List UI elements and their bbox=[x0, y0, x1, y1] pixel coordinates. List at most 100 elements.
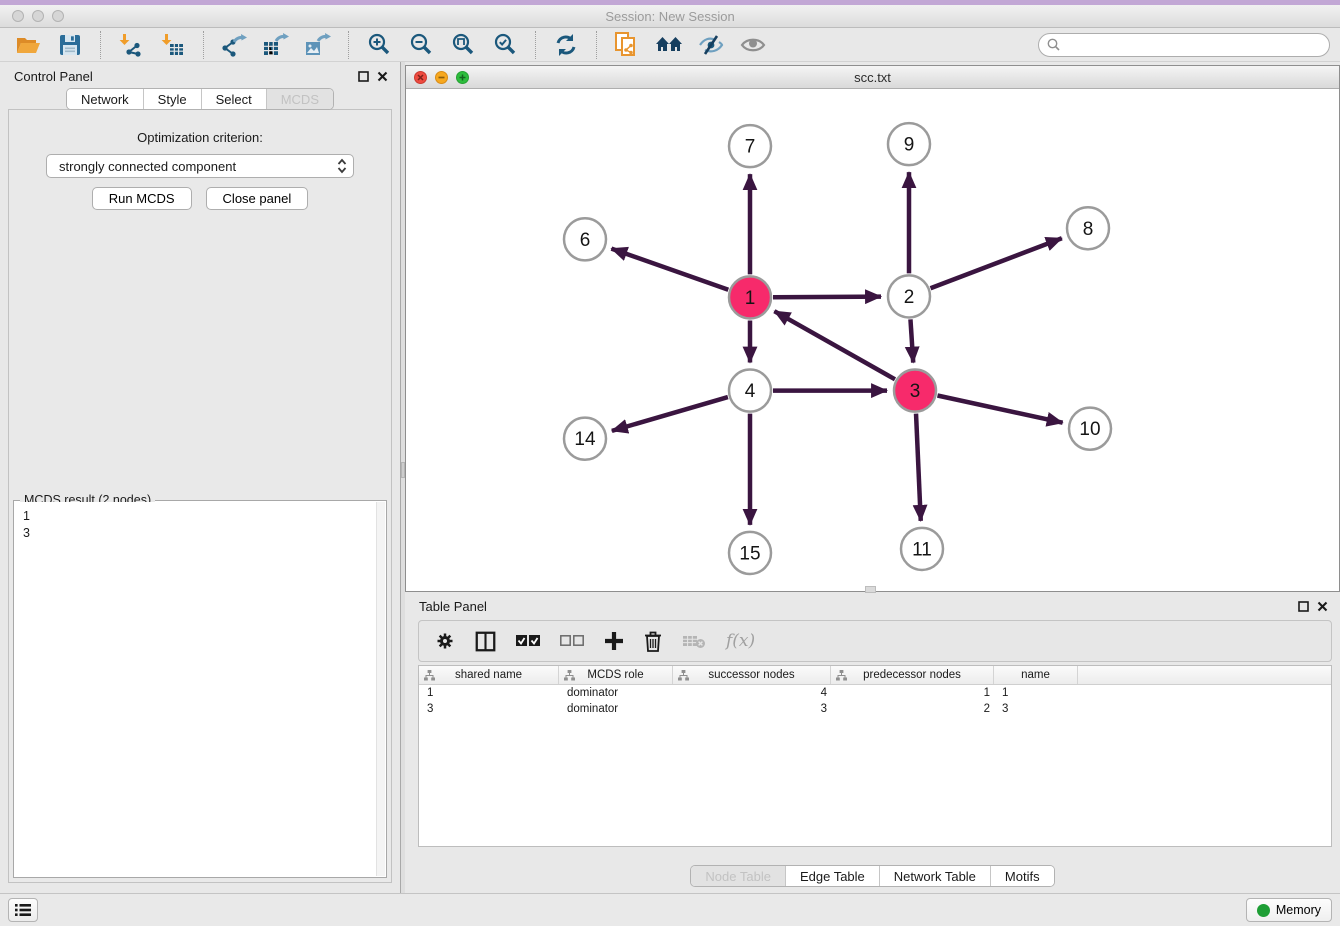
column-header-label: predecessor nodes bbox=[863, 669, 961, 681]
graph-node-7[interactable]: 7 bbox=[729, 125, 771, 167]
memory-button[interactable]: Memory bbox=[1246, 898, 1332, 922]
optimization-criterion-label: Optimization criterion: bbox=[9, 130, 391, 145]
table-panel-header: Table Panel bbox=[405, 592, 1340, 618]
table-tab-node-table[interactable]: Node Table bbox=[691, 866, 786, 886]
table-row[interactable]: 1dominator411 bbox=[419, 685, 1331, 701]
graph-node-14[interactable]: 14 bbox=[564, 418, 606, 460]
two-houses-button[interactable] bbox=[651, 30, 687, 60]
column-header-shared-name[interactable]: shared name bbox=[419, 666, 559, 684]
network-window-title: scc.txt bbox=[406, 70, 1339, 85]
graph-node-6[interactable]: 6 bbox=[564, 218, 606, 260]
graph-edge-3-1[interactable] bbox=[774, 311, 895, 379]
graph-node-3[interactable]: 3 bbox=[894, 370, 936, 412]
graph-node-2[interactable]: 2 bbox=[888, 275, 930, 317]
graph-edge-2-8[interactable] bbox=[931, 238, 1062, 288]
graph-node-label: 11 bbox=[912, 539, 932, 560]
clone-network-button[interactable] bbox=[609, 30, 645, 60]
graph-node-11[interactable]: 11 bbox=[901, 528, 943, 570]
table-cell: 1 bbox=[994, 685, 1078, 701]
network-window-titlebar[interactable]: scc.txt bbox=[406, 66, 1339, 89]
table-tab-edge-table[interactable]: Edge Table bbox=[786, 866, 880, 886]
column-layout-button[interactable] bbox=[475, 624, 496, 658]
table-settings-button[interactable] bbox=[435, 624, 455, 658]
function-builder-button[interactable]: f(x) bbox=[726, 624, 755, 658]
table-cell: 2 bbox=[831, 701, 994, 717]
network-minimize-button[interactable] bbox=[435, 71, 448, 84]
import-table-button[interactable] bbox=[155, 30, 191, 60]
float-panel-icon[interactable] bbox=[358, 71, 369, 82]
refresh-button[interactable] bbox=[548, 30, 584, 60]
column-header-successor-nodes[interactable]: successor nodes bbox=[673, 666, 831, 684]
graph-edge-1-2[interactable] bbox=[773, 297, 881, 298]
zoom-out-button[interactable] bbox=[403, 30, 439, 60]
tab-style[interactable]: Style bbox=[144, 89, 202, 109]
export-image-button[interactable] bbox=[300, 30, 336, 60]
open-session-button[interactable] bbox=[10, 30, 46, 60]
graph-node-4[interactable]: 4 bbox=[729, 370, 771, 412]
control-panel-tabs: NetworkStyleSelectMCDS bbox=[0, 88, 400, 110]
add-column-button[interactable] bbox=[604, 624, 624, 658]
save-floppy-icon bbox=[59, 34, 81, 56]
close-panel-icon[interactable] bbox=[1317, 601, 1328, 612]
result-line: 3 bbox=[23, 525, 368, 542]
save-session-button[interactable] bbox=[52, 30, 88, 60]
node-table[interactable]: shared name MCDS role successor nodes prede… bbox=[418, 665, 1332, 847]
zoom-fit-button[interactable] bbox=[445, 30, 481, 60]
network-graph[interactable]: 1 2 3 4 6 7 8 9 10 11 14 15 bbox=[406, 89, 1339, 591]
search-input[interactable] bbox=[1065, 38, 1321, 52]
graph-edge-1-6[interactable] bbox=[611, 249, 728, 290]
close-panel-icon[interactable] bbox=[377, 71, 388, 82]
graph-node-9[interactable]: 9 bbox=[888, 123, 930, 165]
application-window: Session: New Session bbox=[0, 0, 1340, 926]
graph-node-1[interactable]: 1 bbox=[729, 276, 771, 318]
zoom-in-button[interactable] bbox=[361, 30, 397, 60]
window-minimize-button[interactable] bbox=[32, 10, 44, 22]
zoom-selected-button[interactable] bbox=[487, 30, 523, 60]
tab-select[interactable]: Select bbox=[202, 89, 267, 109]
optimization-criterion-select[interactable]: strongly connected component bbox=[46, 154, 354, 178]
deselect-all-button[interactable] bbox=[560, 624, 584, 658]
graph-edge-3-10[interactable] bbox=[937, 395, 1062, 422]
tab-network[interactable]: Network bbox=[67, 89, 144, 109]
table-cell: 1 bbox=[419, 685, 559, 701]
import-network-button[interactable] bbox=[113, 30, 149, 60]
column-header-label: MCDS role bbox=[587, 669, 643, 681]
network-zoom-button[interactable] bbox=[456, 71, 469, 84]
table-header-row: shared name MCDS role successor nodes prede… bbox=[419, 666, 1331, 685]
run-mcds-button[interactable]: Run MCDS bbox=[92, 187, 192, 210]
graph-node-15[interactable]: 15 bbox=[729, 532, 771, 574]
window-zoom-button[interactable] bbox=[52, 10, 64, 22]
select-all-button[interactable] bbox=[516, 624, 540, 658]
graph-node-label: 3 bbox=[910, 381, 921, 402]
zoom-out-icon bbox=[409, 33, 433, 57]
result-scrollbar[interactable] bbox=[376, 502, 385, 876]
table-tab-motifs[interactable]: Motifs bbox=[991, 866, 1054, 886]
delete-button[interactable] bbox=[644, 624, 662, 658]
float-panel-icon[interactable] bbox=[1298, 601, 1309, 612]
column-header-predecessor-nodes[interactable]: predecessor nodes bbox=[831, 666, 994, 684]
search-box[interactable] bbox=[1038, 33, 1330, 57]
hide-selected-button[interactable] bbox=[693, 30, 729, 60]
tab-mcds[interactable]: MCDS bbox=[267, 89, 333, 109]
graph-node-10[interactable]: 10 bbox=[1069, 408, 1111, 450]
horizontal-splitter-handle[interactable] bbox=[865, 586, 876, 593]
column-header-MCDS-role[interactable]: MCDS role bbox=[559, 666, 673, 684]
network-close-button[interactable] bbox=[414, 71, 427, 84]
titlebar[interactable]: Session: New Session bbox=[0, 5, 1340, 28]
table-tab-network-table[interactable]: Network Table bbox=[880, 866, 991, 886]
chevron-up-down-icon bbox=[337, 158, 347, 174]
window-close-button[interactable] bbox=[12, 10, 24, 22]
graph-edge-3-11[interactable] bbox=[916, 414, 921, 521]
task-monitor-button[interactable] bbox=[8, 898, 38, 922]
export-network-button[interactable] bbox=[216, 30, 252, 60]
table-row[interactable]: 3dominator323 bbox=[419, 701, 1331, 717]
close-panel-button[interactable]: Close panel bbox=[206, 187, 309, 210]
delete-table-button[interactable] bbox=[682, 624, 706, 658]
show-all-button[interactable] bbox=[735, 30, 771, 60]
graph-node-8[interactable]: 8 bbox=[1067, 207, 1109, 249]
graph-edge-4-14[interactable] bbox=[612, 397, 728, 431]
export-table-button[interactable] bbox=[258, 30, 294, 60]
graph-edge-2-3[interactable] bbox=[910, 319, 913, 362]
column-header-name[interactable]: name bbox=[994, 666, 1078, 684]
network-canvas[interactable]: 1 2 3 4 6 7 8 9 10 11 14 15 bbox=[406, 89, 1339, 591]
